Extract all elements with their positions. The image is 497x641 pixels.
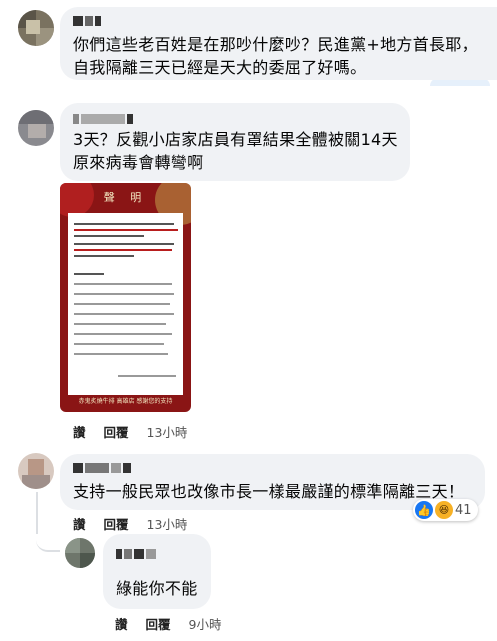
- like-link[interactable]: 讚: [73, 514, 86, 533]
- reaction-summary[interactable]: 👍 😆 41: [413, 499, 478, 521]
- reply-thread-line: [36, 492, 38, 534]
- avatar[interactable]: [18, 453, 54, 489]
- comment-text-line: 綠能你不能: [116, 579, 198, 598]
- comment-author-redacted[interactable]: [116, 548, 156, 560]
- comment-text-line: 自我隔離三天已經是天大的委屈了好嗎。: [73, 58, 367, 77]
- comment-timestamp[interactable]: 13小時: [147, 422, 188, 441]
- notice-title: 聲 明: [103, 191, 148, 204]
- comment-bubble: 3天？反觀小店家店員有罩結果全體被關14天 原來病毒會轉彎啊: [60, 103, 410, 181]
- comment-actions: 讚 回覆 13小時: [73, 514, 187, 533]
- comment-text-line: 你們這些老百姓是在那吵什麼吵？民進黨+地方首長耶，: [73, 35, 478, 54]
- comment-author-redacted[interactable]: [73, 113, 133, 125]
- comment-bubble: 你們這些老百姓是在那吵什麼吵？民進黨+地方首長耶， 自我隔離三天已經是天大的委屈…: [60, 7, 497, 80]
- comment-author-redacted[interactable]: [73, 462, 131, 474]
- comment-timestamp[interactable]: 13小時: [147, 514, 188, 533]
- comment-timestamp[interactable]: 9小時: [189, 614, 222, 633]
- reply-thread-line: [36, 530, 60, 552]
- reply-link[interactable]: 回覆: [146, 614, 171, 633]
- like-link[interactable]: 讚: [115, 614, 128, 633]
- attached-notice-image[interactable]: 聲 明 赤鬼炙燒牛排 高雄店 感謝您的支持: [60, 183, 191, 412]
- like-link[interactable]: 讚: [73, 422, 86, 441]
- haha-icon: 😆: [435, 501, 453, 519]
- reply-link[interactable]: 回覆: [104, 422, 129, 441]
- comment-text-line: 支持一般民眾也改像市長一樣最嚴謹的標準隔離三天！: [73, 482, 465, 501]
- comment-author-redacted[interactable]: [73, 15, 101, 27]
- avatar[interactable]: [65, 538, 95, 568]
- notice-paper: [68, 213, 183, 395]
- comment-actions: 讚 回覆 13小時: [73, 422, 187, 441]
- like-icon: 👍: [415, 501, 433, 519]
- reaction-count: 41: [455, 502, 472, 518]
- comment-text-line: 3天？反觀小店家店員有罩結果全體被關14天: [73, 130, 398, 149]
- comment-actions: 讚 回覆 9小時: [115, 614, 221, 633]
- reply-link[interactable]: 回覆: [104, 514, 129, 533]
- comment-bubble: 綠能你不能: [103, 534, 211, 609]
- comment-text-line: 原來病毒會轉彎啊: [73, 153, 204, 172]
- avatar[interactable]: [18, 10, 54, 46]
- avatar[interactable]: [18, 110, 54, 146]
- notice-footer: 赤鬼炙燒牛排 高雄店 感謝您的支持: [78, 398, 173, 405]
